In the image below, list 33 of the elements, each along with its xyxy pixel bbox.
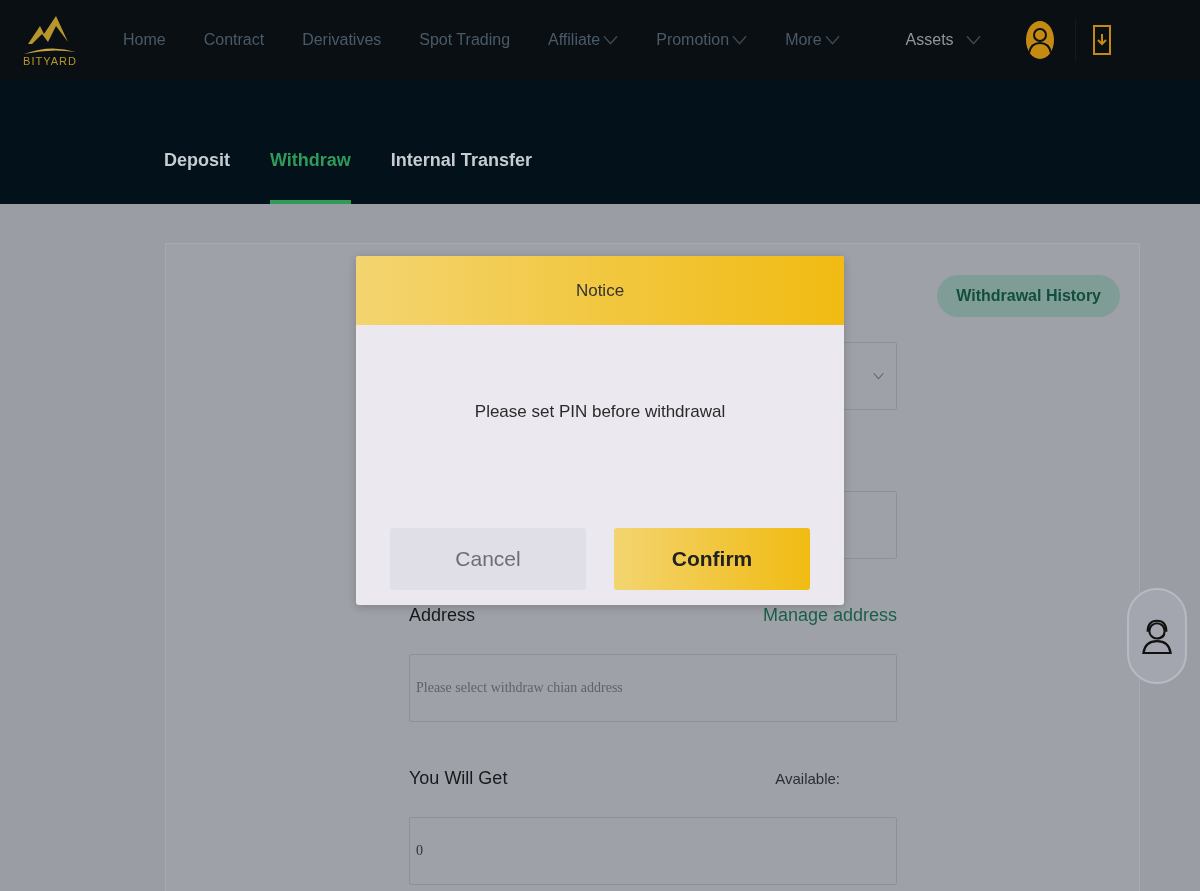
nav-link[interactable]: Derivatives [302, 31, 382, 49]
chevron-down-icon [873, 372, 884, 380]
tab[interactable]: Withdraw [270, 150, 351, 204]
nav-link[interactable]: Contract [203, 31, 265, 49]
address-field[interactable]: Please select withdraw chian address [409, 654, 897, 722]
nav-link[interactable]: More [785, 31, 822, 49]
dialog-title: Notice [575, 280, 625, 301]
assets-menu[interactable]: Assets [905, 31, 954, 49]
available-label: Available: [775, 770, 840, 787]
nav-link[interactable]: Home [123, 31, 166, 49]
nav-link[interactable]: Spot Trading [419, 31, 511, 49]
logo[interactable]: BITYARD [22, 13, 78, 67]
user-avatar-icon[interactable] [1024, 20, 1055, 60]
cancel-button[interactable]: Cancel [390, 528, 586, 590]
download-app-icon[interactable] [1092, 25, 1111, 55]
chevron-down-icon[interactable] [732, 35, 748, 45]
dialog-message: Please set PIN before withdrawal [474, 401, 726, 422]
chevron-down-icon[interactable] [965, 35, 981, 45]
tab[interactable]: Deposit [164, 150, 230, 204]
nav-link[interactable]: Affiliate [548, 31, 601, 49]
receive-amount-field[interactable]: 0 [409, 817, 897, 885]
address-label: Address [409, 605, 476, 626]
confirm-button[interactable]: Confirm [614, 528, 810, 590]
chevron-down-icon[interactable] [824, 35, 840, 45]
headset-agent-icon [1140, 617, 1174, 655]
manage-address-link[interactable]: Manage address [762, 605, 897, 626]
logo-text: BITYARD [23, 54, 77, 67]
withdrawal-history-button[interactable]: Withdrawal History [937, 275, 1120, 317]
you-will-get-label: You Will Get [409, 768, 508, 789]
nav-link[interactable]: Promotion [656, 31, 730, 49]
chevron-down-icon[interactable] [603, 35, 619, 45]
tab[interactable]: Internal Transfer [390, 150, 532, 204]
customer-support-button[interactable] [1127, 588, 1187, 684]
